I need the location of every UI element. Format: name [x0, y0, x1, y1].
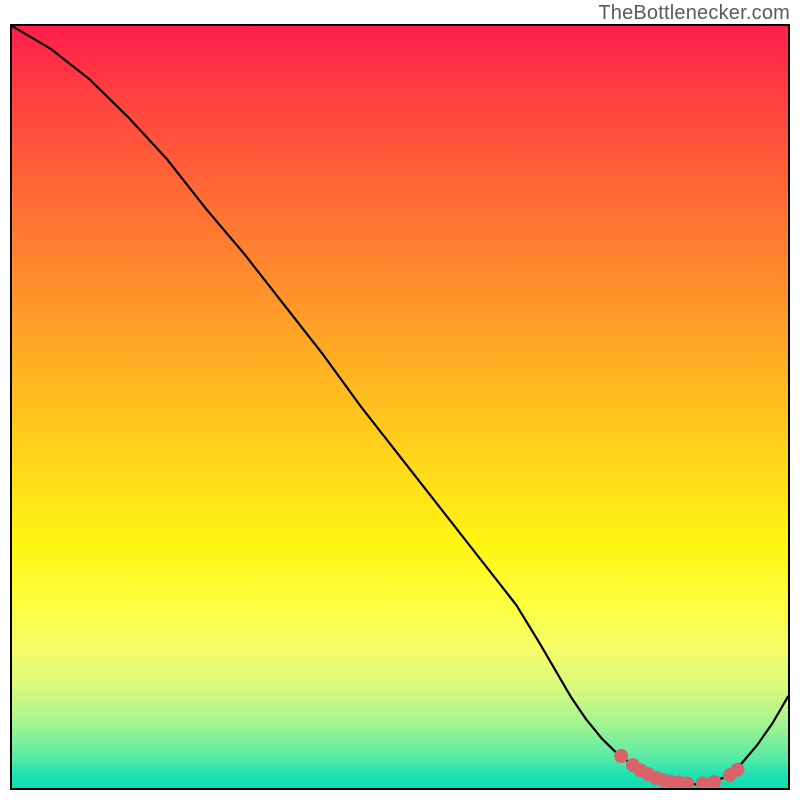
marker-group — [614, 749, 744, 788]
chart-container: TheBottlenecker.com — [0, 0, 800, 800]
plot-area — [10, 24, 790, 790]
marker-point — [707, 775, 721, 788]
attribution-text: TheBottlenecker.com — [598, 2, 790, 25]
marker-point — [614, 749, 628, 763]
bottleneck-curve — [12, 26, 788, 784]
marker-point — [731, 763, 745, 777]
curve-layer — [12, 26, 788, 788]
